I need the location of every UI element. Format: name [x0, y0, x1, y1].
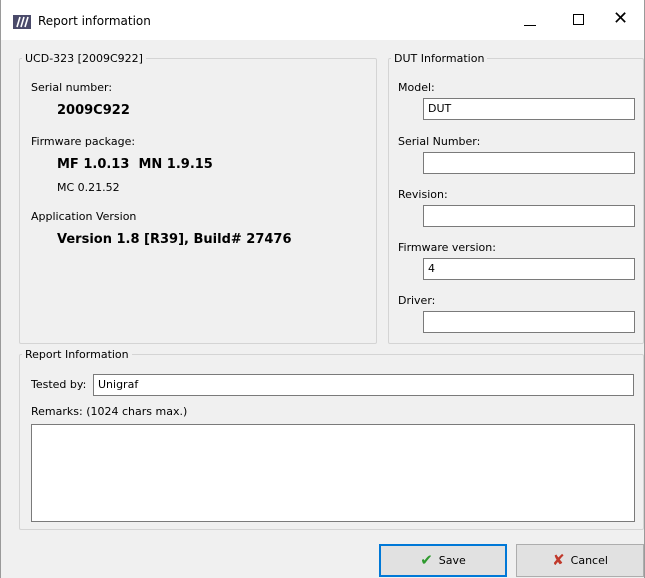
minimize-button[interactable]	[507, 0, 553, 40]
model-field[interactable]: DUT	[423, 98, 635, 120]
close-button[interactable]: ✕	[601, 0, 645, 40]
firmware-package-label: Firmware package:	[31, 135, 136, 148]
mc-version-value: MC 0.21.52	[57, 181, 120, 194]
application-version-value: Version 1.8 [R39], Build# 27476	[57, 232, 292, 247]
device-group-legend: UCD-323 [2009C922]	[25, 52, 143, 65]
save-label: Save	[438, 554, 466, 567]
serial-number-field[interactable]	[423, 152, 635, 174]
close-icon: ✕	[613, 8, 629, 29]
cancel-label: Cancel	[570, 554, 608, 567]
save-button[interactable]: ✔ Save	[379, 544, 507, 577]
report-information-dialog: Report information ✕ UCD-323 [2009C922] …	[0, 0, 645, 578]
serial-number-dut-label: Serial Number:	[398, 135, 481, 148]
firmware-package-value: MF 1.0.13 MN 1.9.15	[57, 157, 213, 172]
remarks-label: Remarks: (1024 chars max.)	[31, 405, 188, 418]
remarks-field[interactable]	[31, 424, 635, 522]
tested-by-field[interactable]: Unigraf	[93, 374, 634, 396]
device-info-group: UCD-323 [2009C922]	[19, 52, 377, 344]
red-x-icon: ✘	[552, 551, 565, 569]
title-bar[interactable]: Report information ✕	[1, 0, 644, 40]
revision-field[interactable]	[423, 205, 635, 227]
tested-by-label: Tested by:	[31, 378, 87, 391]
serial-number-label: Serial number:	[31, 81, 113, 94]
cancel-button[interactable]: ✘ Cancel	[516, 544, 644, 577]
report-group-legend: Report Information	[25, 348, 129, 361]
application-version-label: Application Version	[31, 210, 137, 223]
driver-label: Driver:	[398, 294, 436, 307]
firmware-version-label: Firmware version:	[398, 241, 496, 254]
dut-group-legend: DUT Information	[394, 52, 485, 65]
maximize-button[interactable]	[555, 0, 601, 40]
driver-field[interactable]	[423, 311, 635, 333]
revision-label: Revision:	[398, 188, 448, 201]
firmware-version-field[interactable]: 4	[423, 258, 635, 280]
model-label: Model:	[398, 81, 435, 94]
window-title: Report information	[38, 14, 151, 28]
maximize-icon	[573, 14, 584, 25]
minimize-icon	[524, 25, 536, 26]
checkmark-icon: ✔	[420, 551, 433, 569]
serial-number-value: 2009C922	[57, 103, 130, 118]
unigraf-stripes-icon	[13, 15, 31, 29]
